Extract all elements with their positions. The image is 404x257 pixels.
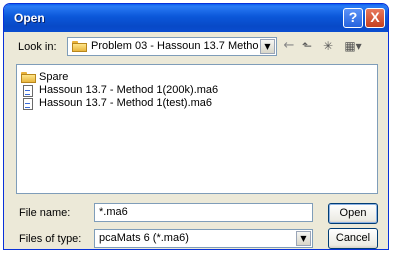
- chevron-down-icon[interactable]: ▼: [260, 39, 275, 54]
- chevron-down-icon[interactable]: ▼: [296, 231, 311, 246]
- new-folder-icon[interactable]: ✳: [320, 38, 336, 54]
- file-type-label: Files of type:: [19, 233, 82, 245]
- back-arrow-icon[interactable]: ←: [282, 38, 296, 54]
- look-in-value: Problem 03 - Hassoun 13.7 Method 1: [91, 40, 259, 52]
- list-item-label: Hassoun 13.7 - Method 1(200k).ma6: [39, 84, 219, 96]
- folder-icon: [21, 72, 36, 83]
- look-in-dropdown[interactable]: Problem 03 - Hassoun 13.7 Method 1 ▼: [67, 37, 277, 56]
- file-list[interactable]: Spare Hassoun 13.7 - Method 1(200k).ma6 …: [16, 64, 378, 194]
- file-icon: [23, 85, 33, 97]
- title-bar[interactable]: Open ? X: [4, 4, 388, 32]
- up-folder-icon[interactable]: ⬑: [300, 38, 314, 54]
- folder-icon: [72, 41, 87, 52]
- open-button[interactable]: Open: [328, 203, 378, 224]
- file-type-dropdown[interactable]: pcaMats 6 (*.ma6) ▼: [94, 229, 313, 248]
- view-menu-icon[interactable]: ▦▾: [342, 38, 364, 54]
- file-type-value: pcaMats 6 (*.ma6): [99, 232, 189, 244]
- list-item-label: Spare: [39, 71, 69, 83]
- cancel-button[interactable]: Cancel: [328, 228, 378, 249]
- close-button[interactable]: X: [365, 8, 385, 28]
- help-button[interactable]: ?: [343, 8, 363, 28]
- window-title: Open: [14, 11, 45, 25]
- file-name-input[interactable]: *.ma6: [94, 203, 313, 222]
- file-icon: [23, 98, 33, 110]
- list-item-label: Hassoun 13.7 - Method 1(test).ma6: [39, 97, 213, 109]
- file-name-label: File name:: [19, 207, 71, 219]
- look-in-label: Look in:: [18, 41, 57, 53]
- open-dialog: Open ? X Look in: Problem 03 - Hassoun 1…: [3, 3, 389, 250]
